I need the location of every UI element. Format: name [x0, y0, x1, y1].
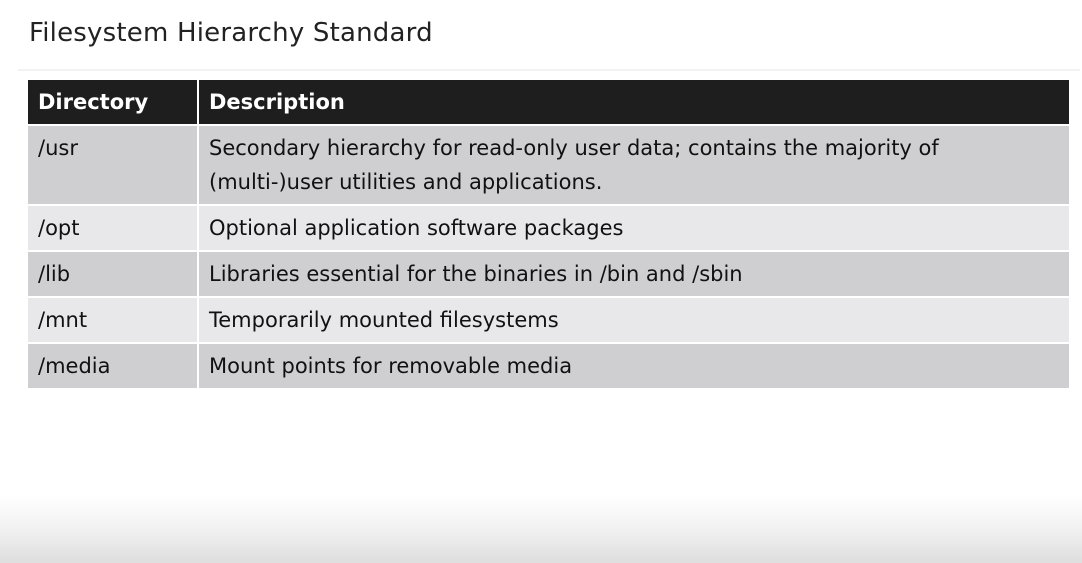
- table-row: /usr Secondary hierarchy for read-only u…: [28, 125, 1069, 206]
- directory-cell: /opt: [28, 205, 198, 252]
- description-cell: Libraries essential for the binaries in …: [197, 251, 1069, 298]
- table-header-row: Directory Description: [28, 80, 1069, 126]
- description-cell: Secondary hierarchy for read-only user d…: [197, 125, 1069, 206]
- directory-cell: /media: [28, 343, 198, 390]
- title-divider: [18, 69, 1080, 71]
- table-row: /opt Optional application software packa…: [28, 205, 1069, 252]
- description-cell: Mount points for removable media: [197, 343, 1069, 390]
- table-row: /media Mount points for removable media: [28, 343, 1069, 390]
- description-cell: Temporarily mounted filesystems: [197, 297, 1069, 344]
- directory-cell: /mnt: [28, 297, 198, 344]
- page-title: Filesystem Hierarchy Standard: [29, 18, 433, 48]
- directory-cell: /lib: [28, 251, 198, 298]
- table-row: /lib Libraries essential for the binarie…: [28, 251, 1069, 298]
- fhs-table: Directory Description /usr Secondary hie…: [28, 80, 1069, 390]
- directory-cell: /usr: [28, 125, 198, 206]
- table-row: /mnt Temporarily mounted filesystems: [28, 297, 1069, 344]
- column-header-description: Description: [197, 80, 1069, 126]
- description-cell: Optional application software packages: [197, 205, 1069, 252]
- column-header-directory: Directory: [28, 80, 198, 126]
